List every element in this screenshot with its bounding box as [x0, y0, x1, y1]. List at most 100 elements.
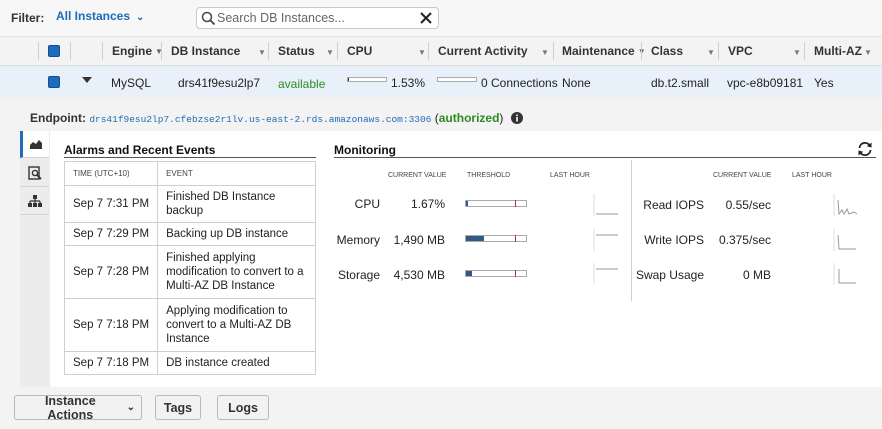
sort-icon[interactable]: ▼ [707, 48, 715, 57]
area-chart-icon [30, 140, 42, 149]
memory-metric-value: 1,490 MB [393, 233, 445, 247]
column-divider [553, 42, 554, 60]
table-row: Sep 7 7:31 PM Finished DB Instance backup [63, 185, 316, 223]
tab-monitoring[interactable] [20, 131, 49, 158]
write-iops-sparkline[interactable] [830, 229, 860, 251]
event-text: Finished DB Instance backup [157, 185, 316, 223]
sort-icon[interactable]: ▼ [864, 48, 872, 57]
time-column-header: TIME (UTC+10) [63, 161, 159, 186]
swap-usage-sparkline[interactable] [830, 263, 860, 285]
column-maintenance-label[interactable]: Maintenance [562, 44, 635, 58]
read-iops-sparkline[interactable] [830, 194, 860, 216]
search-input[interactable] [217, 10, 412, 26]
status-cell: available [278, 77, 326, 91]
detail-tabs [20, 131, 51, 387]
monitoring-divider [631, 160, 632, 301]
storage-sparkline[interactable] [590, 263, 620, 285]
column-cpu[interactable]: CPU [347, 44, 372, 58]
event-time: Sep 7 7:29 PM [63, 222, 159, 246]
storage-metric-value: 4,530 MB [393, 268, 445, 282]
event-text: Finished applying modification to conver… [157, 245, 316, 299]
column-divider [718, 42, 719, 60]
table-row: Sep 7 7:18 PM DB instance created [63, 351, 316, 375]
table-row: Sep 7 7:18 PM Applying modification to co… [63, 298, 316, 352]
row-checkbox[interactable] [48, 76, 60, 88]
tab-configuration[interactable] [20, 159, 49, 187]
chevron-down-icon[interactable]: ⌄ [127, 402, 135, 413]
column-divider [641, 42, 642, 60]
info-icon[interactable] [510, 112, 523, 124]
column-engine-label[interactable]: Engine [112, 44, 152, 58]
column-divider [268, 42, 269, 60]
threshold-marker [515, 270, 516, 277]
table-row[interactable]: MySQL drs41f9esu2lp7 available 1.53% 0 C… [0, 66, 882, 97]
current-activity-cell[interactable]: 0 Connections [481, 76, 558, 90]
sort-icon[interactable]: ▼ [541, 48, 549, 57]
expand-row-icon[interactable] [82, 77, 92, 83]
column-divider [102, 42, 103, 60]
vpc-cell[interactable]: vpc-e8b09181 [727, 76, 803, 90]
column-class[interactable]: Class [651, 44, 683, 58]
memory-threshold-bar [465, 235, 527, 242]
write-iops-label: Write IOPS [644, 233, 704, 247]
column-maintenance[interactable]: Maintenance▼ [562, 44, 646, 58]
threshold-marker [515, 200, 516, 207]
sort-icon[interactable]: ▼ [793, 48, 801, 57]
column-db-instance[interactable]: DB Instance [171, 44, 240, 58]
maintenance-cell: None [562, 76, 591, 90]
cpu-sparkline[interactable] [590, 194, 620, 216]
engine-cell: MySQL [111, 76, 152, 90]
authorized-status[interactable]: authorized [439, 111, 500, 125]
swap-usage-label: Swap Usage [635, 268, 704, 282]
events-title-rule [64, 157, 316, 158]
storage-threshold-fill [466, 271, 472, 276]
read-iops-label: Read IOPS [643, 198, 704, 212]
tags-button[interactable]: Tags [155, 395, 201, 420]
select-all-checkbox[interactable] [48, 45, 60, 57]
hierarchy-icon [27, 194, 42, 207]
clear-search-icon[interactable] [417, 9, 435, 27]
instance-filter-dropdown[interactable]: All Instances ⌄ [56, 9, 144, 23]
search-icon [201, 11, 216, 26]
storage-threshold-bar [465, 270, 527, 277]
chevron-down-icon[interactable]: ⌄ [136, 12, 144, 23]
tab-topology[interactable] [20, 187, 49, 215]
event-column-header: EVENT [157, 161, 316, 186]
cpu-threshold-bar [465, 200, 527, 207]
logs-button[interactable]: Logs [217, 395, 269, 420]
memory-sparkline[interactable] [590, 229, 620, 251]
cpu-mini-bar [347, 77, 387, 82]
event-text: Backing up DB instance [157, 222, 316, 246]
monitoring-title: Monitoring [334, 143, 396, 157]
column-current-activity[interactable]: Current Activity [438, 44, 528, 58]
event-time: Sep 7 7:31 PM [63, 185, 159, 223]
current-value-header-right: CURRENT VALUE [713, 172, 772, 179]
auth-close-paren: ) [499, 111, 504, 125]
memory-threshold-fill [466, 236, 484, 241]
sort-icon[interactable]: ▼ [418, 48, 426, 57]
events-title: Alarms and Recent Events [64, 143, 216, 157]
column-multi-az[interactable]: Multi-AZ [814, 44, 862, 58]
column-engine[interactable]: Engine ▼ [112, 44, 163, 58]
endpoint-label: Endpoint: [30, 111, 86, 125]
sort-icon[interactable]: ▼ [258, 48, 266, 57]
magnify-details-icon [27, 165, 42, 180]
class-cell: db.t2.small [651, 76, 710, 90]
multi-az-cell: Yes [814, 76, 834, 90]
event-time: Sep 7 7:28 PM [63, 245, 159, 299]
storage-metric-label: Storage [337, 268, 380, 282]
column-divider [38, 42, 39, 60]
threshold-header: THRESHOLD [467, 172, 511, 179]
activity-mini-bar [437, 77, 477, 82]
filter-value[interactable]: All Instances [56, 9, 130, 23]
db-instance-cell: drs41f9esu2lp7 [178, 76, 261, 90]
instance-actions-button[interactable]: Instance Actions ⌄ [14, 394, 142, 422]
instance-actions-label[interactable]: Instance Actions [21, 394, 120, 422]
refresh-icon[interactable] [856, 140, 874, 158]
column-status[interactable]: Status [278, 44, 315, 58]
search-box[interactable] [196, 7, 439, 29]
sort-icon[interactable]: ▼ [326, 48, 334, 57]
endpoint-value[interactable]: drs41f9esu2lp7.cfebzse2r1lv.us-east-2.rd… [89, 114, 431, 125]
column-divider [161, 42, 162, 60]
column-vpc[interactable]: VPC [728, 44, 753, 58]
